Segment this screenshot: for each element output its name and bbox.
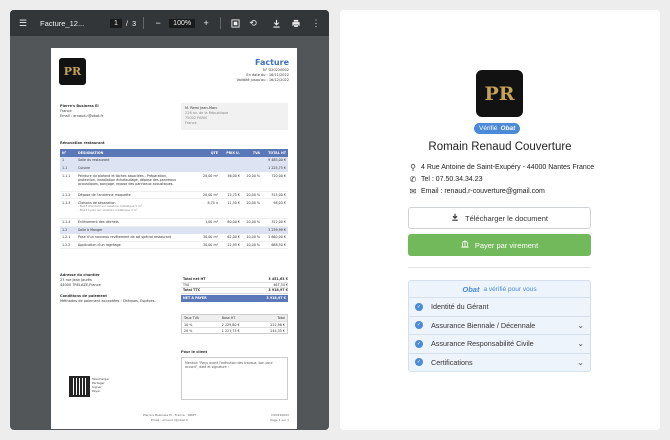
phone-line: ✆ Tel : 07.50.34.34.23 <box>409 175 483 184</box>
verification-item-liability[interactable]: ✓ Assurance Responsabilité Civile ⌄ <box>409 334 590 353</box>
site-title: Adresse du chantier <box>60 273 100 277</box>
location-pin-icon: ⚲ <box>410 163 416 172</box>
total-ttc-value: 3 918,97 € <box>268 288 288 293</box>
verification-item-certifications[interactable]: ✓ Certifications ⌄ <box>409 352 590 372</box>
divider <box>408 267 591 268</box>
client-city: 75002 PARIS <box>185 116 208 120</box>
invoice-date: En date du : 16/11/2022 <box>246 73 289 77</box>
invoice-page: PR Facture N° D20220002 En date du : 16/… <box>51 48 297 429</box>
total-ttc-label: Total TTC <box>183 288 201 293</box>
work-title: Rénovation restaurant <box>60 141 105 145</box>
invoice-validity: Validité jusqu'au : 16/12/2022 <box>236 78 289 82</box>
chevron-down-icon: ⌄ <box>577 320 584 330</box>
verified-badge: Vérifié Obat <box>474 123 521 134</box>
menu-icon[interactable]: ☰ <box>16 16 30 30</box>
chevron-down-icon: ⌄ <box>577 357 584 367</box>
company-name: Pierre's Business EI <box>60 104 99 108</box>
invoice-number: N° D20220002 <box>263 68 289 72</box>
table-row: 1.1.1 Peinture du plafond et tâches asso… <box>60 172 288 192</box>
check-icon: ✓ <box>415 302 423 311</box>
client-country: France <box>185 121 197 125</box>
download-document-button[interactable]: Télécharger le document <box>408 207 591 229</box>
contractor-panel: PR Vérifié Obat Romain Renaud Couverture … <box>340 10 660 430</box>
page-separator: / <box>125 18 128 28</box>
zoom-in-icon[interactable]: + <box>199 16 213 30</box>
more-icon[interactable]: ⋮ <box>309 16 323 30</box>
page-total: 3 <box>132 18 137 28</box>
envelope-icon: ✉ <box>409 187 417 196</box>
verification-item-insurance-decennial[interactable]: ✓ Assurance Biennale / Décennale ⌄ <box>409 315 590 335</box>
file-name: Facture_12... <box>40 18 85 28</box>
table-row: 1.1.3 Cloisons de séparation - BA13 stand… <box>60 199 288 219</box>
address-line: ⚲ 4 Rue Antoine de Saint-Exupéry - 44000 … <box>408 163 594 172</box>
zoom-out-icon[interactable]: − <box>151 16 165 30</box>
table-row: 1.2 Salle à Manger 3 239,99 € <box>60 226 288 234</box>
pdf-viewer: ☰ Facture_12... 1 / 3 − 100% + ⟲ ⋮ PR Fa… <box>10 10 329 430</box>
table-header: N° DÉSIGNATION QTÉ PRIX U. TVA TOTAL HT <box>60 149 288 157</box>
company-email: Email : arnaud.r@obat.fr <box>60 114 104 118</box>
table-row: 1.2.2 Application d'un ragréage 30,00 m² 22… <box>60 242 288 249</box>
table-row: 1.1 Cuisine 1 225,75 € <box>60 164 288 172</box>
email-line: ✉ Email : renaud.r-couverture@gmail.com <box>409 187 545 196</box>
phone-icon: ✆ <box>409 175 417 184</box>
verification-header: Obat a vérifié pour vous <box>462 284 537 294</box>
print-icon[interactable] <box>289 16 303 30</box>
items-table: N° DÉSIGNATION QTÉ PRIX U. TVA TOTAL HT … <box>60 149 288 249</box>
client-street: 226 av. de la République <box>185 111 229 115</box>
payment-text: Méthodes de paiement acceptées : Chèques… <box>60 299 156 303</box>
client-name: M. Remi Jean-Marc <box>185 106 218 110</box>
net-to-pay-value: 3 918,97 € <box>266 296 286 301</box>
check-icon: ✓ <box>415 358 423 367</box>
site-street: 23 rue Jean Jaurès <box>60 278 92 282</box>
pay-by-transfer-button[interactable]: Payer par virement <box>408 234 591 256</box>
site-city: 44000 TRELAZE,France <box>60 283 101 287</box>
check-icon: ✓ <box>415 321 423 330</box>
rotate-icon[interactable]: ⟲ <box>246 16 260 30</box>
check-icon: ✓ <box>415 339 423 348</box>
verification-item-identity[interactable]: ✓ Identité du Gérant <box>409 297 590 316</box>
net-to-pay-label: NET À PAYER <box>183 296 207 301</box>
table-row: 1.1.4 Enlèvement des déchets 1,00 m³ 80,00 … <box>60 219 288 227</box>
total-ht-value: 3 451,63 € <box>268 277 288 282</box>
payment-title: Conditions de paiement <box>60 294 107 298</box>
page-number-input[interactable]: 1 <box>110 18 122 28</box>
company-logo: PR <box>59 58 86 85</box>
download-icon <box>451 213 459 223</box>
tva-label: TVA <box>183 282 190 287</box>
zoom-level[interactable]: 100% <box>169 18 196 28</box>
invoice-title: Facture <box>254 58 289 67</box>
qr-caption: Télécharger Partager Signer Payer <box>92 377 110 394</box>
footer-email: Email : arnaud.r@obat.fr <box>151 418 188 422</box>
table-row: 1.1.2 Dépose de l'ancienne moquette 20,00 … <box>60 192 288 199</box>
footer-page: Page 1 sur 1 <box>270 418 289 422</box>
company-country: France <box>60 109 72 113</box>
tva-value: 467,54 € <box>273 282 288 287</box>
totals-box: Total net HT 3 451,63 € TVA 467,54 € Total… <box>181 277 288 302</box>
fit-page-icon[interactable] <box>228 16 242 30</box>
bank-icon <box>461 240 469 250</box>
chevron-down-icon: ⌄ <box>577 339 584 349</box>
table-row: 1.2.1 Pose d'un nouveau revêtement de sol… <box>60 234 288 242</box>
viewer-toolbar: ☰ Facture_12... 1 / 3 − 100% + ⟲ ⋮ <box>10 10 329 36</box>
client-signature-box: Mention "Reçu avant l'exécution des trav… <box>181 357 288 400</box>
download-icon[interactable] <box>269 16 283 30</box>
verification-box: Obat a vérifié pour vous ✓ Identité du Gér… <box>408 280 591 372</box>
table-row: 1 Salle du restaurant 9 485,00 € <box>60 156 288 164</box>
total-ht-label: Total net HT <box>183 277 206 282</box>
contractor-name: Romain Renaud Couverture <box>428 141 572 153</box>
vat-table: Taux TVA Base HT Total 10 % 2 229,80 €222,9… <box>181 314 288 334</box>
contractor-logo: PR <box>476 70 523 117</box>
client-box-title: Pour le client <box>181 350 208 354</box>
qr-code <box>69 376 90 397</box>
